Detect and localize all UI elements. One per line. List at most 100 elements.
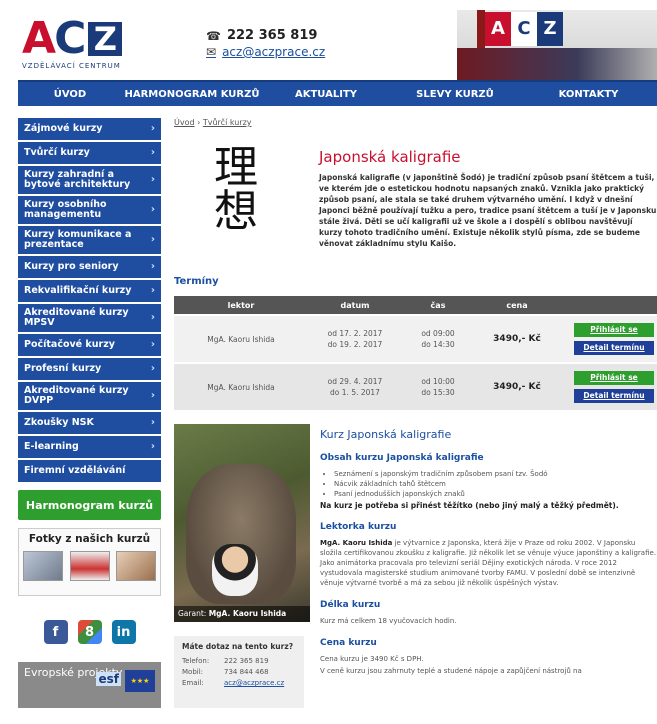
cell-lektor: MgA. Kaoru Ishida bbox=[207, 382, 275, 392]
sidebar-item-profesni[interactable]: Profesní kurzy › bbox=[18, 358, 161, 382]
sidebar-item-pocitacove[interactable]: Počítačové kurzy › bbox=[18, 334, 161, 358]
photo-caption-prefix: Garant: bbox=[178, 609, 207, 618]
cell-cas: od 10:00 do 15:30 bbox=[402, 376, 474, 398]
nav-item-aktuality[interactable]: AKTUALITY bbox=[262, 89, 390, 100]
phone-icon: ☎ bbox=[206, 28, 221, 43]
photo-caption-name: MgA. Kaoru Ishida bbox=[208, 609, 287, 618]
photo-thumbnail[interactable] bbox=[23, 551, 63, 581]
contact-question: Máte dotaz na tento kurz? bbox=[182, 642, 294, 651]
banner-letter-z: Z bbox=[537, 12, 563, 46]
sidebar-item-firemni[interactable]: Firemní vzdělávání bbox=[18, 460, 161, 484]
cell-datum: od 17. 2. 2017 do 19. 2. 2017 bbox=[308, 328, 402, 350]
nav-item-slevy[interactable]: SLEVY KURZŮ bbox=[390, 89, 520, 100]
sidebar-item-label: Kurzy komunikace a prezentace bbox=[24, 229, 132, 250]
logo-letter-c: C bbox=[54, 13, 87, 64]
header-email[interactable]: ✉ acz@aczprace.cz bbox=[206, 45, 325, 59]
price-note: V ceně kurzu jsou zahrnuty teplé a stude… bbox=[320, 667, 582, 675]
term-detail-button[interactable]: Detail termínu bbox=[574, 341, 654, 355]
chevron-right-icon: › bbox=[150, 417, 155, 428]
sidebar-item-label: Akreditované kurzy DVPP bbox=[24, 385, 129, 406]
course-note: Na kurz je potřeba si přinést těžítko (n… bbox=[320, 501, 619, 510]
cell-cas-od: od 09:00 bbox=[421, 329, 455, 338]
sidebar-item-tvurci[interactable]: Tvůrčí kurzy › bbox=[18, 142, 161, 166]
terminy-heading: Termíny bbox=[174, 276, 219, 287]
chevron-right-icon: › bbox=[150, 285, 155, 296]
header-email-link[interactable]: acz@aczprace.cz bbox=[222, 45, 325, 59]
banner-letter-a: A bbox=[485, 12, 511, 46]
header-datum: datum bbox=[340, 300, 370, 310]
breadcrumb-current[interactable]: Tvůrčí kurzy bbox=[203, 118, 252, 127]
sidebar-item-label: Kurzy osobního managementu bbox=[24, 199, 107, 220]
cell-cas: od 09:00 do 14:30 bbox=[402, 328, 474, 350]
sidebar-item-zahradni[interactable]: Kurzy zahradní a bytové architektury › bbox=[18, 166, 161, 196]
social-links: f 8 in bbox=[18, 620, 161, 644]
lector-photo: Garant: MgA. Kaoru Ishida bbox=[174, 424, 310, 622]
header: ACZ VZDĚLÁVACÍ CENTRUM ☎ 222 365 819 ✉ a… bbox=[0, 0, 657, 80]
photo-thumbnail[interactable] bbox=[116, 551, 156, 581]
table-row: MgA. Kaoru Ishida od 29. 4. 2017 do 1. 5.… bbox=[174, 362, 657, 410]
contact-email-link[interactable]: acz@aczprace.cz bbox=[224, 679, 284, 687]
signup-button[interactable]: Přihlásit se bbox=[574, 323, 654, 337]
esf-logo: esf bbox=[96, 672, 121, 686]
logo-subtitle: VZDĚLÁVACÍ CENTRUM bbox=[22, 62, 121, 70]
linkedin-icon[interactable]: in bbox=[111, 620, 136, 644]
chevron-right-icon: › bbox=[150, 174, 155, 185]
header-cas: čas bbox=[430, 300, 446, 310]
sidebar-item-komunikace[interactable]: Kurzy komunikace a prezentace › bbox=[18, 226, 161, 256]
sidebar-item-elearning[interactable]: E-learning › bbox=[18, 436, 161, 460]
course-details: Kurz Japonská kaligrafie Obsah kurzu Jap… bbox=[320, 428, 657, 676]
logo-letter-a: A bbox=[22, 13, 57, 64]
nav-item-uvod[interactable]: ÚVOD bbox=[18, 89, 122, 100]
sidebar-item-zajmove[interactable]: Zájmové kurzy › bbox=[18, 118, 161, 142]
sidebar-item-label: Tvůrčí kurzy bbox=[24, 147, 90, 158]
list-item: Nácvik základních tahů štětcem bbox=[334, 479, 657, 489]
header-lektor: lektor bbox=[227, 300, 255, 310]
google-plus-icon[interactable]: 8 bbox=[77, 620, 102, 644]
header-banner: A C Z bbox=[457, 10, 657, 80]
eu-projects-banner[interactable]: Evropské projekty esf ★★★ bbox=[18, 662, 161, 708]
contact-phone-label: Telefon: bbox=[182, 657, 210, 665]
sidebar-item-label: E-learning bbox=[24, 441, 79, 452]
sidebar-item-rekvalifikacni[interactable]: Rekvalifikační kurzy › bbox=[18, 280, 161, 304]
sidebar-item-dvpp[interactable]: Akreditované kurzy DVPP › bbox=[18, 382, 161, 412]
contact-phone: 222 365 819 bbox=[224, 657, 269, 665]
sidebar: Zájmové kurzy › Tvůrčí kurzy › Kurzy zahra… bbox=[18, 118, 161, 708]
harmonogram-button[interactable]: Harmonogram kurzů bbox=[18, 490, 161, 520]
sidebar-item-label: Profesní kurzy bbox=[24, 363, 102, 374]
photo-caption: Garant: MgA. Kaoru Ishida bbox=[174, 606, 310, 622]
photos-box[interactable]: Fotky z našich kurzů bbox=[18, 528, 161, 596]
banner-shade bbox=[457, 48, 657, 80]
cell-cas-do: do 15:30 bbox=[421, 388, 455, 397]
cell-datum-do: do 1. 5. 2017 bbox=[330, 388, 380, 397]
header-cena: cena bbox=[506, 300, 528, 310]
chevron-right-icon: › bbox=[150, 147, 155, 158]
sidebar-item-mpsv[interactable]: Akreditované kurzy MPSV › bbox=[18, 304, 161, 334]
lector-heading: Lektorka kurzu bbox=[320, 522, 397, 532]
signup-button[interactable]: Přihlásit se bbox=[574, 371, 654, 385]
course-contents-heading: Obsah kurzu Japonská kaligrafie bbox=[320, 453, 484, 463]
nav-item-harmonogram[interactable]: HARMONOGRAM KURZŮ bbox=[122, 89, 262, 100]
terms-table: lektor datum čas cena MgA. Kaoru Ishida … bbox=[174, 296, 657, 410]
nav-item-kontakty[interactable]: KONTAKTY bbox=[520, 89, 657, 100]
breadcrumb-separator: › bbox=[197, 118, 201, 127]
envelope-icon: ✉ bbox=[206, 45, 217, 59]
sidebar-item-label: Firemní vzdělávání bbox=[24, 465, 126, 476]
course-contents-list: Seznámení s japonským tradičním způsobem… bbox=[320, 469, 657, 499]
sidebar-item-seniori[interactable]: Kurzy pro seniory › bbox=[18, 256, 161, 280]
cell-lektor: MgA. Kaoru Ishida bbox=[207, 334, 275, 344]
header-phone-number: 222 365 819 bbox=[226, 28, 318, 43]
cell-datum-od: od 17. 2. 2017 bbox=[327, 329, 383, 338]
course-title: Kurz Japonská kaligrafie bbox=[320, 428, 452, 441]
photo-thumbnail[interactable] bbox=[69, 551, 110, 581]
breadcrumb: Úvod › Tvůrčí kurzy bbox=[174, 118, 657, 127]
term-detail-button[interactable]: Detail termínu bbox=[574, 389, 654, 403]
sidebar-item-label: Zkoušky NSK bbox=[24, 417, 94, 428]
lector-portrait bbox=[212, 544, 258, 596]
header-phone: ☎ 222 365 819 bbox=[206, 28, 325, 43]
sidebar-item-manazment[interactable]: Kurzy osobního managementu › bbox=[18, 196, 161, 226]
breadcrumb-home[interactable]: Úvod bbox=[174, 118, 195, 127]
acz-logo[interactable]: ACZ VZDĚLÁVACÍ CENTRUM bbox=[22, 13, 140, 76]
facebook-icon[interactable]: f bbox=[43, 620, 68, 644]
header-contact: ☎ 222 365 819 ✉ acz@aczprace.cz bbox=[206, 28, 325, 59]
sidebar-item-nsk[interactable]: Zkoušky NSK › bbox=[18, 412, 161, 436]
